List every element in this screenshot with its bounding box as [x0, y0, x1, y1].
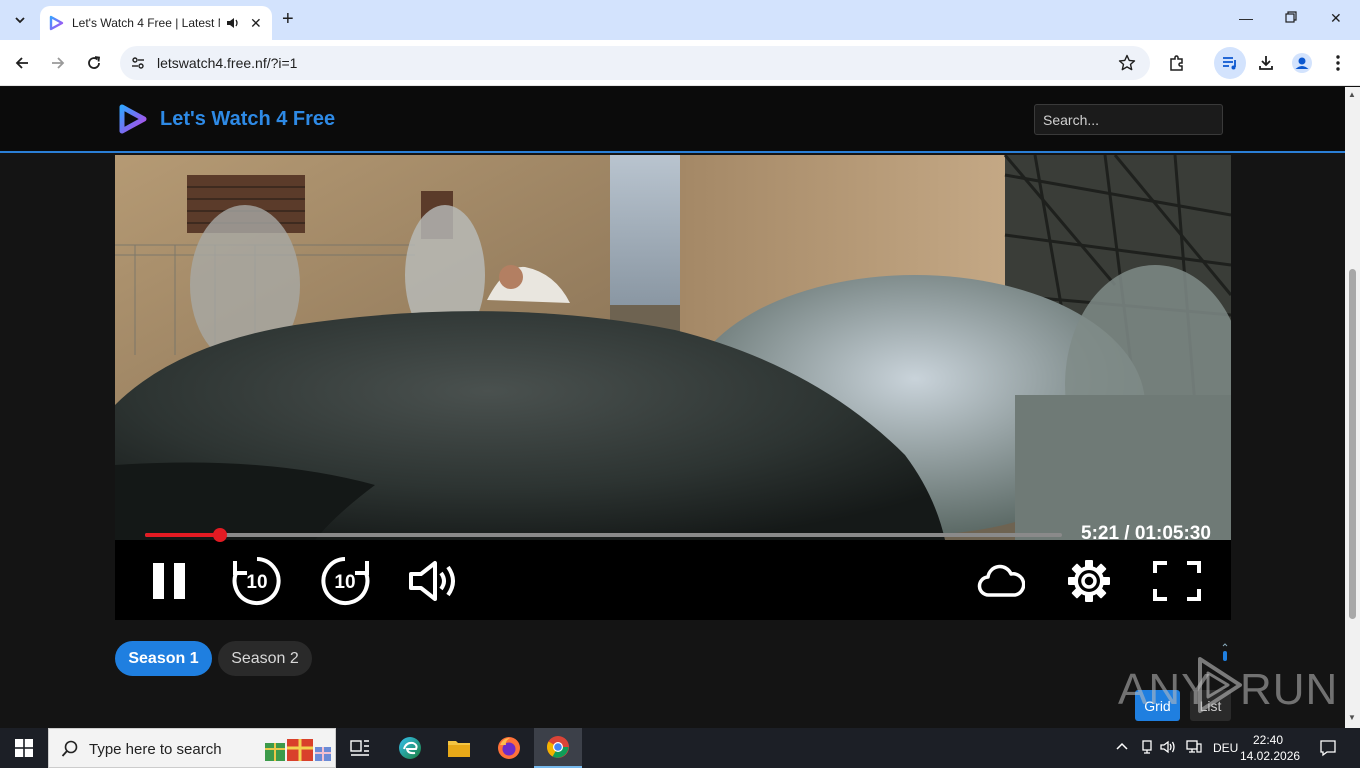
minimize-icon[interactable]: — [1239, 10, 1253, 26]
search-input[interactable] [1034, 104, 1223, 135]
new-tab-button[interactable]: + [282, 9, 294, 29]
tab-title: Let's Watch 4 Free | Latest M [72, 16, 220, 30]
rewind-10-label: 10 [246, 572, 268, 593]
language-indicator[interactable]: DEU [1213, 741, 1238, 755]
forward-button[interactable] [47, 52, 69, 74]
network-adapter-icon[interactable] [1140, 740, 1154, 757]
video-player[interactable]: 5:21 / 01:05:30 10 10 [115, 155, 1231, 620]
kebab-menu-icon [1336, 55, 1340, 71]
site-info-icon[interactable] [130, 55, 146, 71]
tab-search-button[interactable] [8, 8, 32, 32]
extensions-button[interactable] [1166, 52, 1188, 74]
pause-icon [153, 563, 185, 599]
tab-close-icon[interactable]: ✕ [250, 15, 262, 32]
settings-button[interactable] [1063, 555, 1115, 607]
browser-toolbar: letswatch4.free.nf/?i=1 [0, 40, 1360, 86]
site-header: Let's Watch 4 Free [0, 87, 1345, 153]
download-icon [1259, 56, 1273, 70]
volume-icon [409, 561, 455, 601]
scroll-indicator-icon [1222, 643, 1228, 661]
firefox-icon [498, 737, 520, 759]
tray-display-icon[interactable] [1186, 740, 1202, 757]
file-explorer-taskbar-button[interactable] [435, 728, 483, 768]
site-favicon-icon [49, 15, 64, 31]
taskbar-clock[interactable]: 22:40 14.02.2026 [1240, 732, 1301, 764]
arrow-left-icon [15, 57, 28, 69]
seek-bar[interactable] [145, 528, 1062, 542]
tray-overflow-icon[interactable] [1116, 740, 1128, 754]
reload-button[interactable] [83, 52, 105, 74]
tray-volume-icon[interactable] [1160, 740, 1176, 757]
reload-icon [88, 56, 101, 69]
scroll-up-icon[interactable]: ▲ [1348, 90, 1356, 99]
chrome-taskbar-button[interactable] [534, 728, 582, 768]
folder-icon [448, 741, 470, 757]
start-button[interactable] [0, 728, 48, 768]
edge-icon [399, 737, 421, 759]
scrollbar-thumb[interactable] [1349, 269, 1356, 619]
search-icon [61, 740, 78, 757]
clock-date: 14.02.2026 [1240, 749, 1301, 763]
cloud-icon [977, 564, 1025, 597]
url-text: letswatch4.free.nf/?i=1 [157, 55, 298, 71]
grid-view-button[interactable]: Grid [1135, 690, 1180, 721]
edge-taskbar-button[interactable] [386, 728, 434, 768]
season-2-tab[interactable]: Season 2 [218, 641, 312, 676]
volume-button[interactable] [407, 555, 459, 607]
time-display: 5:21 / 01:05:30 [1081, 523, 1211, 544]
taskbar-search-placeholder: Type here to search [89, 741, 222, 758]
site-logo-icon[interactable] [116, 103, 148, 135]
pause-button[interactable] [143, 555, 195, 607]
windows-logo-icon [15, 739, 33, 757]
back-button[interactable] [11, 52, 33, 74]
profile-button[interactable] [1291, 52, 1313, 74]
rewind-10-button[interactable]: 10 [231, 555, 283, 607]
cast-cloud-button[interactable] [975, 555, 1027, 607]
site-title[interactable]: Let's Watch 4 Free [160, 108, 335, 131]
browser-tab[interactable]: Let's Watch 4 Free | Latest M ✕ [40, 6, 272, 40]
restore-icon[interactable] [1285, 10, 1297, 26]
chevron-down-icon [15, 17, 25, 24]
fullscreen-icon [1153, 561, 1201, 601]
forward-10-label: 10 [334, 572, 356, 593]
page-scrollbar[interactable]: ▲ ▼ [1345, 87, 1360, 728]
season-1-tab[interactable]: Season 1 [115, 641, 212, 676]
watermark-text-right: RUN [1240, 665, 1339, 714]
browser-menu-button[interactable] [1327, 52, 1349, 74]
task-view-button[interactable] [336, 728, 384, 768]
list-view-button[interactable]: List [1190, 690, 1231, 721]
windows-taskbar: Type here to search DEU 22:40 14.02.2026 [0, 728, 1360, 768]
seek-handle[interactable] [212, 528, 227, 542]
task-view-icon [350, 740, 369, 756]
address-bar[interactable]: letswatch4.free.nf/?i=1 [120, 46, 1150, 80]
fullscreen-button[interactable] [1151, 555, 1203, 607]
taskbar-search-box[interactable]: Type here to search [48, 728, 336, 768]
scroll-down-icon[interactable]: ▼ [1348, 713, 1356, 722]
gift-icon [265, 739, 331, 761]
gear-icon [1068, 560, 1110, 602]
browser-tab-bar: Let's Watch 4 Free | Latest M ✕ + — ✕ [0, 0, 1360, 40]
firefox-taskbar-button[interactable] [485, 728, 533, 768]
web-page: Let's Watch 4 Free Search... 5:21 / 01:0… [0, 87, 1345, 728]
profile-avatar-icon [1292, 53, 1312, 73]
media-control-button[interactable] [1214, 47, 1246, 79]
clock-time: 22:40 [1252, 733, 1284, 747]
chrome-icon [547, 736, 569, 758]
forward-10-button[interactable]: 10 [319, 555, 371, 607]
bookmark-star-icon[interactable] [1118, 54, 1136, 72]
arrow-right-icon [52, 57, 65, 69]
seek-bar-progress [145, 533, 220, 537]
notification-center-icon[interactable] [1319, 739, 1337, 760]
downloads-button[interactable] [1255, 52, 1277, 74]
video-frame[interactable] [115, 155, 1231, 540]
close-window-icon[interactable]: ✕ [1330, 10, 1342, 27]
puzzle-icon [1170, 55, 1183, 71]
media-queue-icon [1223, 57, 1236, 70]
tab-audio-icon[interactable] [226, 16, 240, 30]
